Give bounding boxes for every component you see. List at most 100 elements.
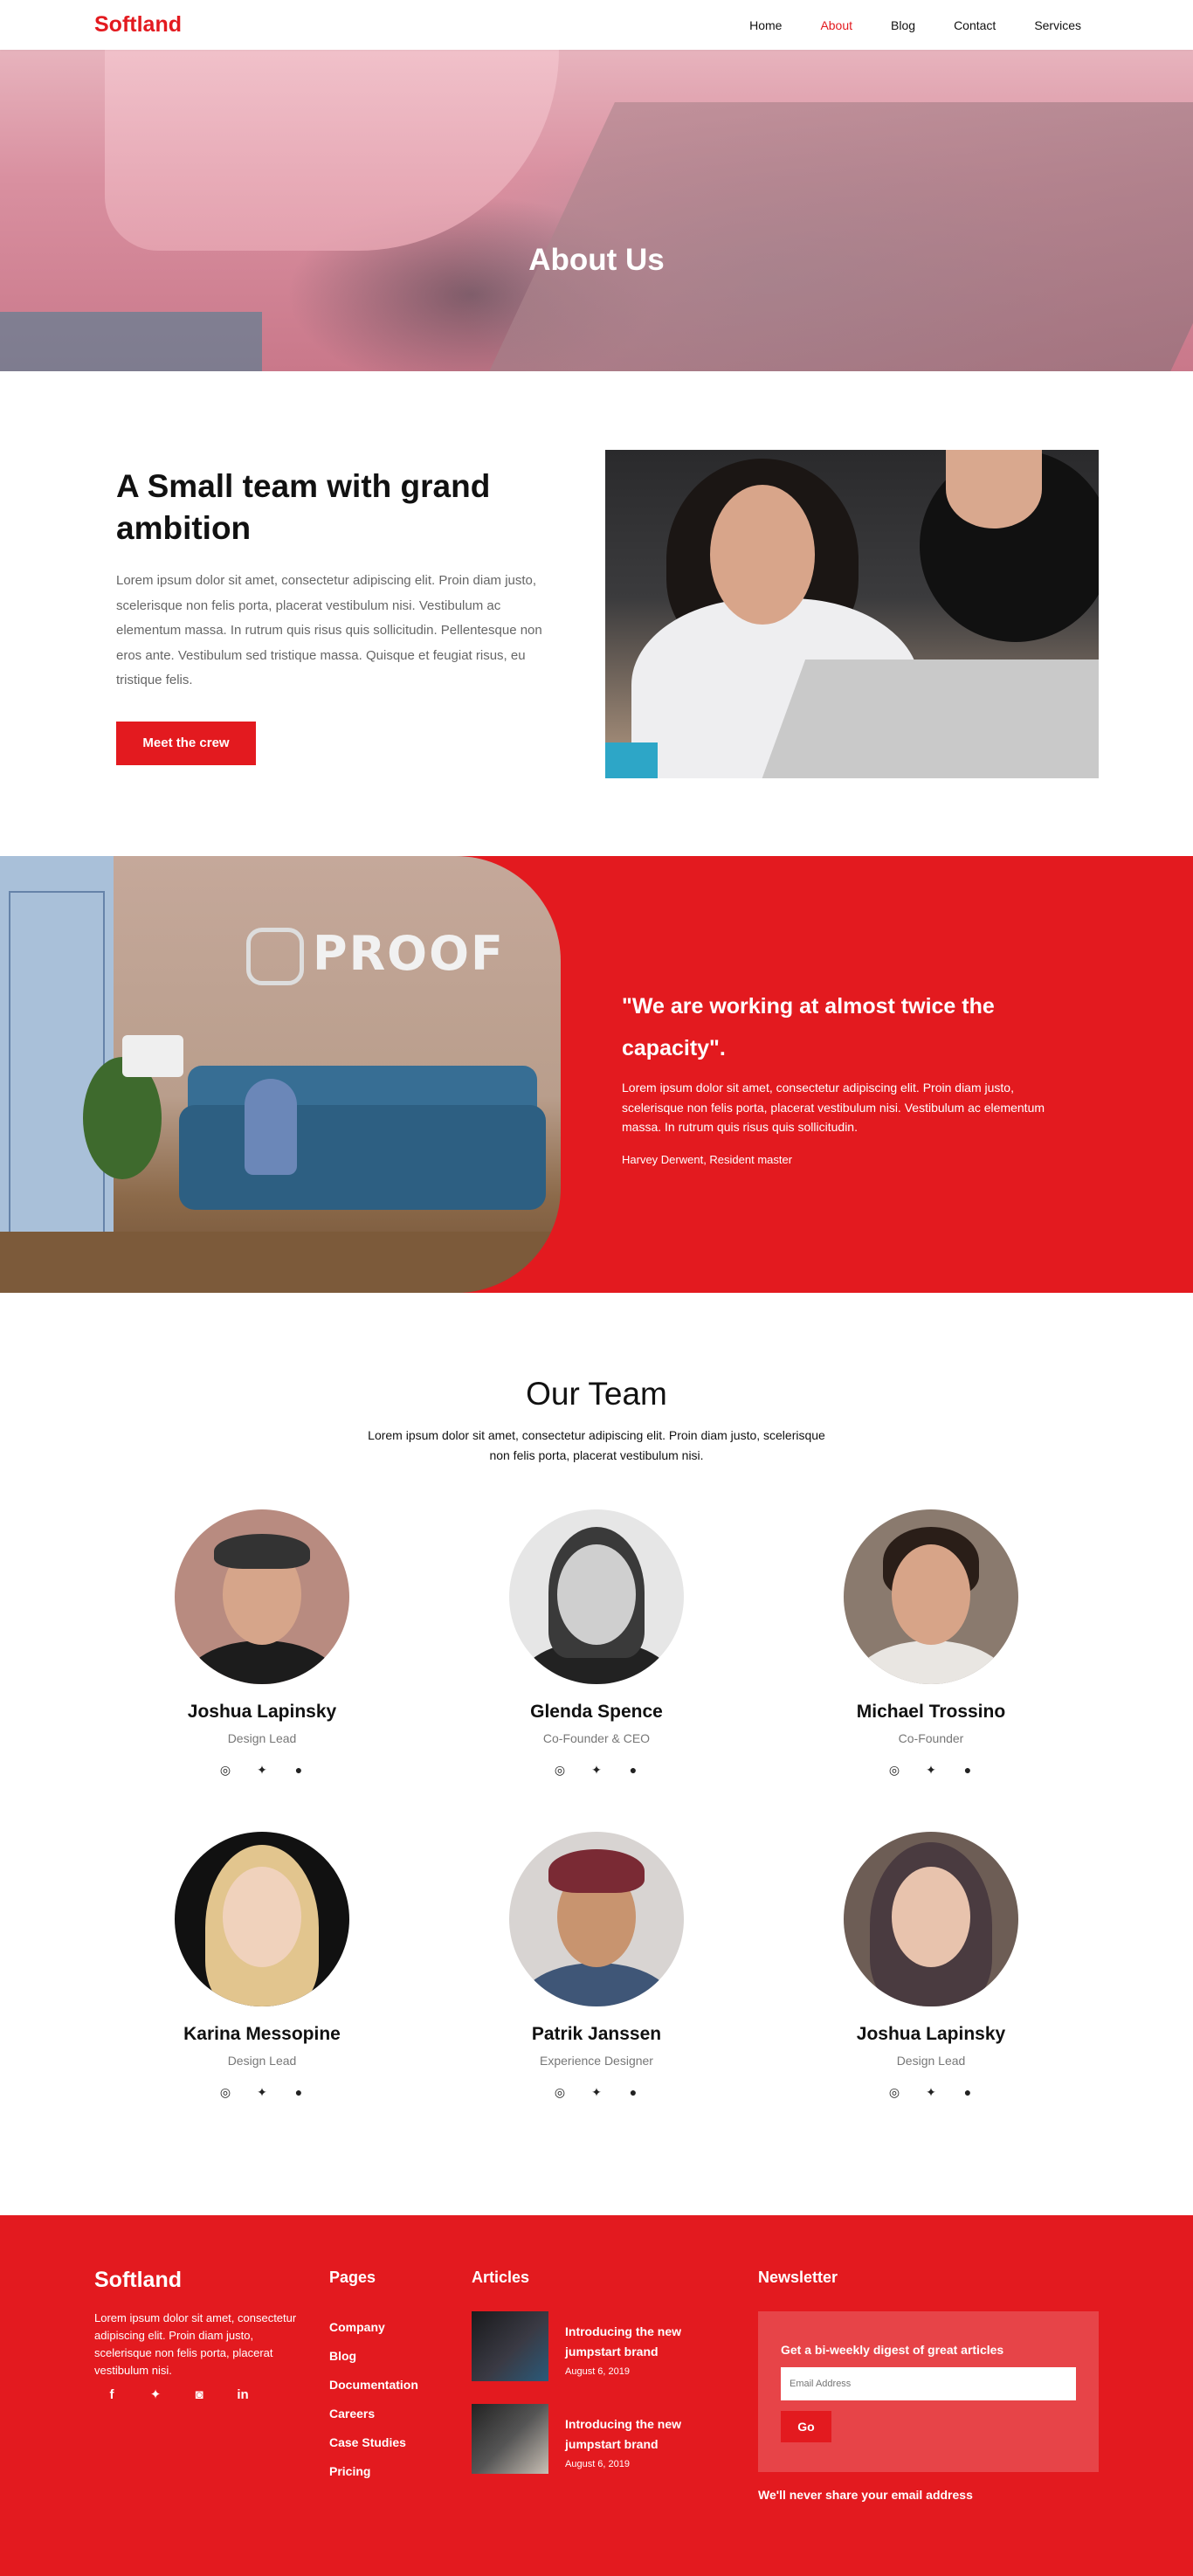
- nav-services[interactable]: Services: [1034, 18, 1081, 32]
- hero-image-desk: [0, 312, 262, 371]
- nav-about[interactable]: About: [820, 18, 852, 32]
- avatar-face: [557, 1544, 636, 1645]
- member-name: Karina Messopine: [183, 2024, 341, 2044]
- article-card[interactable]: Introducing the new jumpstart brand Augu…: [472, 2404, 734, 2474]
- twitter-icon[interactable]: ✦: [588, 2083, 605, 2101]
- dribbble-icon[interactable]: ◎: [551, 1761, 569, 1778]
- footer-socials: f ✦ ◙ in: [103, 2386, 252, 2403]
- pages-title: Pages: [329, 2269, 376, 2286]
- footer-link-documentation[interactable]: Documentation: [329, 2371, 418, 2400]
- photo-sofa: [179, 1105, 546, 1210]
- quote-section: PROOF "We are working at almost twice th…: [0, 856, 1193, 1293]
- go-button[interactable]: Go: [781, 2411, 831, 2442]
- photo-lamp: [122, 1035, 183, 1077]
- hero-title: About Us: [528, 243, 665, 277]
- github-icon[interactable]: ●: [959, 2083, 976, 2101]
- article-date: August 6, 2019: [565, 2366, 631, 2377]
- email-input[interactable]: [781, 2367, 1076, 2400]
- footer-link-case-studies[interactable]: Case Studies: [329, 2428, 418, 2457]
- nav-blog[interactable]: Blog: [891, 18, 915, 32]
- about-body: Lorem ipsum dolor sit amet, consectetur …: [116, 573, 542, 687]
- team-member: Michael Trossino Co-Founder ◎ ✦ ●: [817, 1509, 1045, 1778]
- site-header: Softland Home About Blog Contact Service…: [0, 0, 1193, 50]
- github-icon[interactable]: ●: [959, 1761, 976, 1778]
- meet-the-crew-button[interactable]: Meet the crew: [116, 721, 256, 765]
- footer-link-pricing[interactable]: Pricing: [329, 2457, 418, 2486]
- brand-logo[interactable]: Softland: [94, 12, 182, 38]
- nav-contact[interactable]: Contact: [954, 18, 996, 32]
- member-role: Design Lead: [227, 2054, 297, 2068]
- article-thumbnail[interactable]: [472, 2311, 548, 2381]
- photo-person-face: [710, 485, 815, 625]
- instagram-icon[interactable]: ◙: [190, 2386, 208, 2403]
- member-role: Design Lead: [227, 1731, 297, 1745]
- member-socials: ◎ ✦ ●: [483, 1761, 710, 1778]
- member-role: Co-Founder & CEO: [542, 1731, 651, 1745]
- dribbble-icon[interactable]: ◎: [217, 2083, 234, 2101]
- member-avatar: [844, 1832, 1018, 2006]
- member-name: Joshua Lapinsky: [856, 2024, 1006, 2044]
- proof-logo-text: PROOF: [245, 926, 515, 987]
- member-avatar: [509, 1832, 684, 2006]
- twitter-icon[interactable]: ✦: [147, 2386, 164, 2403]
- github-icon[interactable]: ●: [290, 1761, 307, 1778]
- article-thumbnail[interactable]: [472, 2404, 548, 2474]
- article-title[interactable]: Introducing the new jumpstart brand: [565, 2414, 722, 2455]
- member-avatar: [175, 1509, 349, 1684]
- avatar-face: [892, 1867, 970, 1967]
- about-text: A Small team with grand ambition Lorem i…: [116, 466, 544, 765]
- member-avatar: [175, 1832, 349, 2006]
- article-title[interactable]: Introducing the new jumpstart brand: [565, 2322, 722, 2362]
- about-section: A Small team with grand ambition Lorem i…: [0, 371, 1193, 856]
- quote-author: Harvey Derwent, Resident master: [622, 1152, 793, 1166]
- footer-brand[interactable]: Softland: [94, 2268, 182, 2293]
- newsletter-label: Get a bi-weekly digest of great articles: [781, 2343, 1004, 2357]
- github-icon[interactable]: ●: [624, 1761, 642, 1778]
- team-member: Joshua Lapinsky Design Lead ◎ ✦ ●: [148, 1509, 376, 1778]
- facebook-icon[interactable]: f: [103, 2386, 121, 2403]
- hero-banner: About Us: [0, 50, 1193, 371]
- dribbble-icon[interactable]: ◎: [886, 2083, 903, 2101]
- avatar-body: [183, 1640, 341, 1684]
- twitter-icon[interactable]: ✦: [253, 1761, 271, 1778]
- twitter-icon[interactable]: ✦: [922, 2083, 940, 2101]
- photo-wall-frame: [9, 891, 105, 1249]
- member-role: Co-Founder: [898, 1731, 964, 1745]
- photo-floor: [0, 1232, 561, 1293]
- github-icon[interactable]: ●: [290, 2083, 307, 2101]
- member-avatar: [844, 1509, 1018, 1684]
- github-icon[interactable]: ●: [624, 2083, 642, 2101]
- member-name: Glenda Spence: [530, 1702, 663, 1722]
- team-member: Patrik Janssen Experience Designer ◎ ✦ ●: [483, 1832, 710, 2101]
- photo-man: [245, 1079, 297, 1175]
- nav-home[interactable]: Home: [749, 18, 782, 32]
- proof-logo-word: PROOF: [313, 926, 505, 981]
- avatar-cap: [214, 1534, 310, 1569]
- dribbble-icon[interactable]: ◎: [551, 2083, 569, 2101]
- footer-link-careers[interactable]: Careers: [329, 2400, 418, 2428]
- member-role: Design Lead: [896, 2054, 966, 2068]
- quote-text: "We are working at almost twice the capa…: [622, 994, 995, 1060]
- article-date: August 6, 2019: [565, 2459, 631, 2469]
- twitter-icon[interactable]: ✦: [253, 2083, 271, 2101]
- member-role: Experience Designer: [540, 2054, 653, 2068]
- member-socials: ◎ ✦ ●: [148, 2083, 376, 2101]
- member-socials: ◎ ✦ ●: [148, 1761, 376, 1778]
- linkedin-icon[interactable]: in: [234, 2386, 252, 2403]
- article-card[interactable]: Introducing the new jumpstart brand Augu…: [472, 2311, 734, 2381]
- footer-about: Lorem ipsum dolor sit amet, consectetur …: [94, 2311, 297, 2377]
- quote-block: "We are working at almost twice the capa…: [622, 985, 1076, 1170]
- twitter-icon[interactable]: ✦: [588, 1761, 605, 1778]
- footer-link-blog[interactable]: Blog: [329, 2342, 418, 2371]
- avatar-face: [223, 1867, 301, 1967]
- twitter-icon[interactable]: ✦: [922, 1761, 940, 1778]
- dribbble-icon[interactable]: ◎: [217, 1761, 234, 1778]
- photo-laptop: [754, 660, 1099, 778]
- footer-link-company[interactable]: Company: [329, 2313, 418, 2342]
- avatar-face: [892, 1544, 970, 1645]
- dribbble-icon[interactable]: ◎: [886, 1761, 903, 1778]
- photo-second-face: [946, 450, 1042, 528]
- team-member: Glenda Spence Co-Founder & CEO ◎ ✦ ●: [483, 1509, 710, 1778]
- member-name: Joshua Lapinsky: [187, 1702, 337, 1722]
- site-footer: Softland Lorem ipsum dolor sit amet, con…: [0, 2215, 1193, 2576]
